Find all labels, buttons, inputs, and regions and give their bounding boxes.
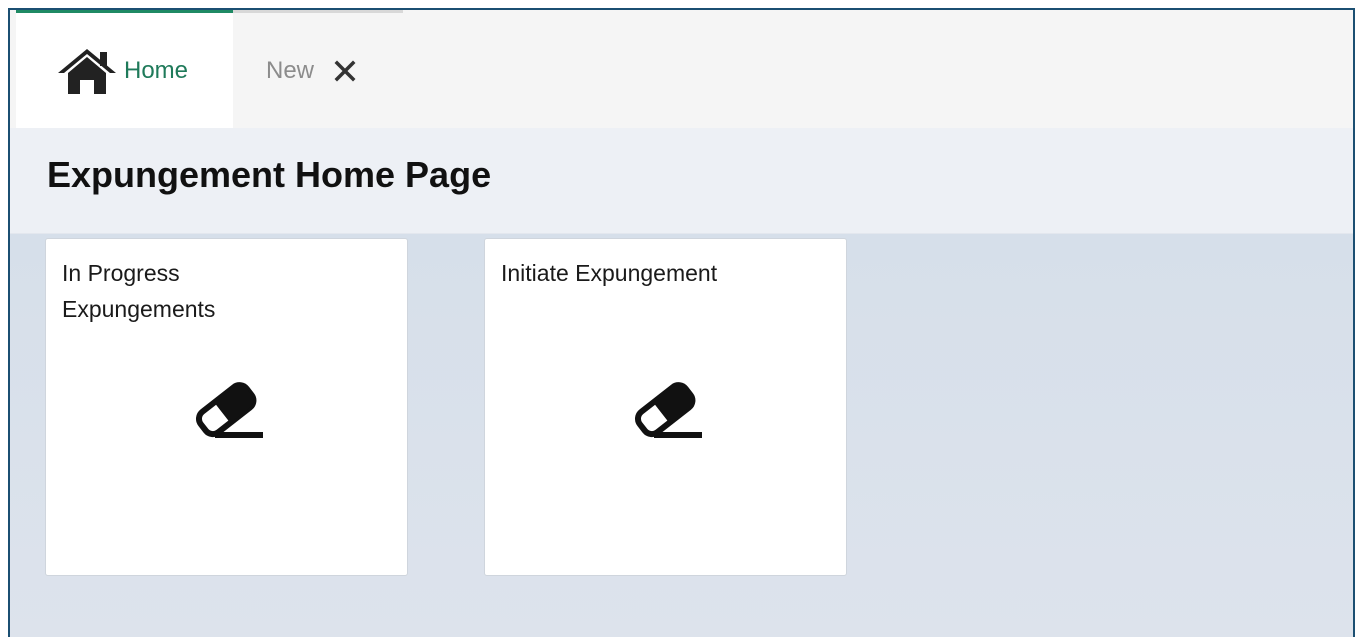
tab-home[interactable]: Home — [16, 10, 233, 128]
app-frame: Home New Expungement Home Page In Progre… — [8, 8, 1355, 637]
card-title: In Progress Expungements — [62, 260, 216, 322]
page-header: Expungement Home Page — [10, 128, 1353, 234]
home-icon — [58, 48, 116, 94]
close-icon[interactable] — [334, 60, 356, 82]
card-initiate-expungement[interactable]: Initiate Expungement — [484, 238, 847, 576]
eraser-icon — [634, 382, 702, 438]
tab-new[interactable]: New — [233, 10, 403, 128]
eraser-icon — [195, 382, 263, 438]
card-title: Initiate Expungement — [501, 260, 718, 286]
tab-new-label: New — [266, 56, 315, 84]
card-in-progress-expungements[interactable]: In Progress Expungements — [45, 238, 408, 576]
content-area: In Progress Expungements Initiate Expung… — [10, 234, 1353, 637]
tab-home-label: Home — [124, 56, 189, 84]
tab-bar: Home New — [10, 10, 1353, 128]
page-title: Expungement Home Page — [47, 154, 492, 195]
